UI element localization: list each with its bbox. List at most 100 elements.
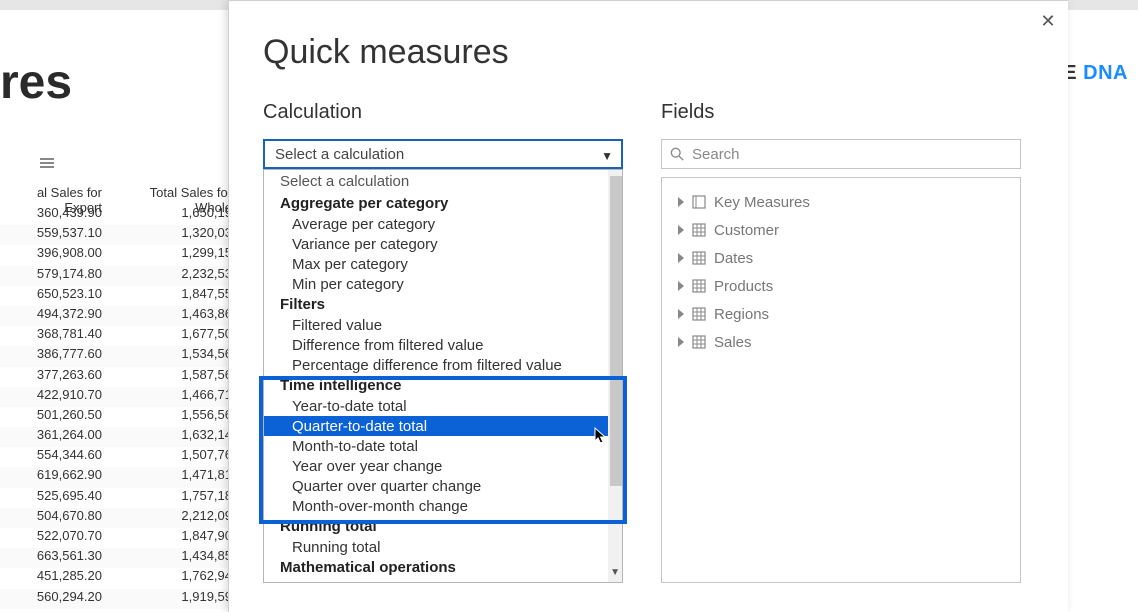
table-icon xyxy=(692,335,706,349)
table-row: 360,439.901,650,19 xyxy=(0,205,240,225)
table-header: al Sales for Export Total Sales for Whol… xyxy=(0,185,240,205)
cell-whole: 1,762,94 xyxy=(110,568,240,588)
cell-export: 579,174.80 xyxy=(0,266,110,286)
col-header-whole: Total Sales for Whole xyxy=(110,185,240,205)
expand-caret-icon xyxy=(678,253,684,263)
dropdown-item[interactable]: Filtered value xyxy=(264,315,608,335)
calculation-dropdown[interactable]: Select a calculationAggregate per catego… xyxy=(263,169,623,583)
table-row: 504,670.802,212,09 xyxy=(0,508,240,528)
cell-whole: 1,847,90 xyxy=(110,528,240,548)
calculation-label: Calculation xyxy=(263,101,362,124)
cell-export: 494,372.90 xyxy=(0,306,110,326)
table-icon xyxy=(692,279,706,293)
cell-whole: 1,434,85 xyxy=(110,548,240,568)
fields-panel: Key Measures Customer Dates Products Regions… xyxy=(661,177,1021,583)
cell-export: 504,670.80 xyxy=(0,508,110,528)
col-header-export: al Sales for Export xyxy=(0,185,110,205)
background-table: al Sales for Export Total Sales for Whol… xyxy=(0,185,240,612)
dropdown-item[interactable]: Month-over-month change xyxy=(264,496,608,516)
table-row: 554,344.601,507,76 xyxy=(0,447,240,467)
table-row: 522,070.701,847,90 xyxy=(0,528,240,548)
dropdown-item[interactable]: Month-to-date total xyxy=(264,436,608,456)
calculation-select-text: Select a calculation xyxy=(275,146,404,163)
dropdown-group-header: Running total xyxy=(264,516,608,537)
cell-export: 361,264.00 xyxy=(0,427,110,447)
cell-export: 522,070.70 xyxy=(0,528,110,548)
fields-search-input[interactable]: Search xyxy=(661,139,1021,169)
cell-whole: 1,320,03 xyxy=(110,225,240,245)
table-row: 650,523.101,847,55 xyxy=(0,286,240,306)
table-row: 451,285.201,762,94 xyxy=(0,568,240,588)
table-row: 560,294.201,919,59 xyxy=(0,589,240,609)
expand-caret-icon xyxy=(678,197,684,207)
dropdown-group-header: Time intelligence xyxy=(264,375,608,396)
dropdown-item[interactable]: Quarter over quarter change xyxy=(264,476,608,496)
field-item[interactable]: Products xyxy=(662,272,1020,300)
cell-whole: 1,556,56 xyxy=(110,407,240,427)
table-row: 361,264.001,632,14 xyxy=(0,427,240,447)
table-row: 501,260.501,556,56 xyxy=(0,407,240,427)
dropdown-item[interactable]: Quarter-to-date total xyxy=(264,416,608,436)
cell-whole: 1,632,14 xyxy=(110,427,240,447)
calculation-select[interactable]: Select a calculation ▼ xyxy=(263,139,623,169)
expand-caret-icon xyxy=(678,225,684,235)
expand-caret-icon xyxy=(678,337,684,347)
table-row: 396,908.001,299,15 xyxy=(0,245,240,265)
chevron-down-icon: ▼ xyxy=(601,149,613,163)
dropdown-item[interactable]: Max per category xyxy=(264,254,608,274)
table-row: 422,910.701,466,71 xyxy=(0,387,240,407)
field-label: Products xyxy=(714,278,773,295)
cell-export: 650,523.10 xyxy=(0,286,110,306)
close-icon[interactable]: ✕ xyxy=(1034,7,1062,35)
cell-export: 525,695.40 xyxy=(0,488,110,508)
field-item[interactable]: Key Measures xyxy=(662,188,1020,216)
cell-export: 559,537.10 xyxy=(0,225,110,245)
field-item[interactable]: Sales xyxy=(662,328,1020,356)
scroll-down-icon[interactable]: ▼ xyxy=(610,567,620,578)
field-label: Dates xyxy=(714,250,753,267)
cell-export: 396,908.00 xyxy=(0,245,110,265)
table-row: 525,695.401,757,18 xyxy=(0,488,240,508)
cell-whole: 1,466,71 xyxy=(110,387,240,407)
dropdown-item[interactable]: Year-to-date total xyxy=(264,396,608,416)
field-item[interactable]: Dates xyxy=(662,244,1020,272)
scrollbar-thumb[interactable] xyxy=(610,176,622,486)
cell-whole: 2,232,53 xyxy=(110,266,240,286)
cell-export: 422,910.70 xyxy=(0,387,110,407)
table-row: 377,263.601,587,56 xyxy=(0,367,240,387)
cell-export: 377,263.60 xyxy=(0,367,110,387)
table-row: 368,781.401,677,50 xyxy=(0,326,240,346)
dropdown-item[interactable]: Running total xyxy=(264,537,608,557)
cell-whole: 1,847,55 xyxy=(110,286,240,306)
dropdown-item[interactable]: Year over year change xyxy=(264,456,608,476)
table-row: 559,537.101,320,03 xyxy=(0,225,240,245)
logo-text-dna: DNA xyxy=(1083,62,1128,84)
fields-label: Fields xyxy=(661,101,714,124)
cell-whole: 1,919,59 xyxy=(110,589,240,609)
dropdown-item[interactable]: Percentage difference from filtered valu… xyxy=(264,355,608,375)
cell-export: 451,285.20 xyxy=(0,568,110,588)
cell-export: 663,561.30 xyxy=(0,548,110,568)
dropdown-group-header: Aggregate per category xyxy=(264,193,608,214)
dialog-title: Quick measures xyxy=(263,33,509,72)
quick-measures-dialog: ✕ Quick measures Calculation Fields Sele… xyxy=(228,0,1068,612)
field-label: Customer xyxy=(714,222,779,239)
field-label: Sales xyxy=(714,334,752,351)
expand-caret-icon xyxy=(678,281,684,291)
dropdown-scrollbar[interactable]: ▼ xyxy=(608,170,622,582)
cell-export: 386,777.60 xyxy=(0,346,110,366)
field-item[interactable]: Customer xyxy=(662,216,1020,244)
cell-export: 560,294.20 xyxy=(0,589,110,609)
dropdown-item[interactable]: Average per category xyxy=(264,214,608,234)
dropdown-group-header: Filters xyxy=(264,294,608,315)
hamburger-icon[interactable] xyxy=(40,158,54,168)
dropdown-item[interactable]: Variance per category xyxy=(264,234,608,254)
cell-whole: 1,463,86 xyxy=(110,306,240,326)
dropdown-prompt[interactable]: Select a calculation xyxy=(264,170,608,193)
field-item[interactable]: Regions xyxy=(662,300,1020,328)
cell-whole: 1,757,18 xyxy=(110,488,240,508)
dropdown-item[interactable]: Min per category xyxy=(264,274,608,294)
dropdown-item[interactable]: Difference from filtered value xyxy=(264,335,608,355)
table-row: 386,777.601,534,56 xyxy=(0,346,240,366)
expand-caret-icon xyxy=(678,309,684,319)
